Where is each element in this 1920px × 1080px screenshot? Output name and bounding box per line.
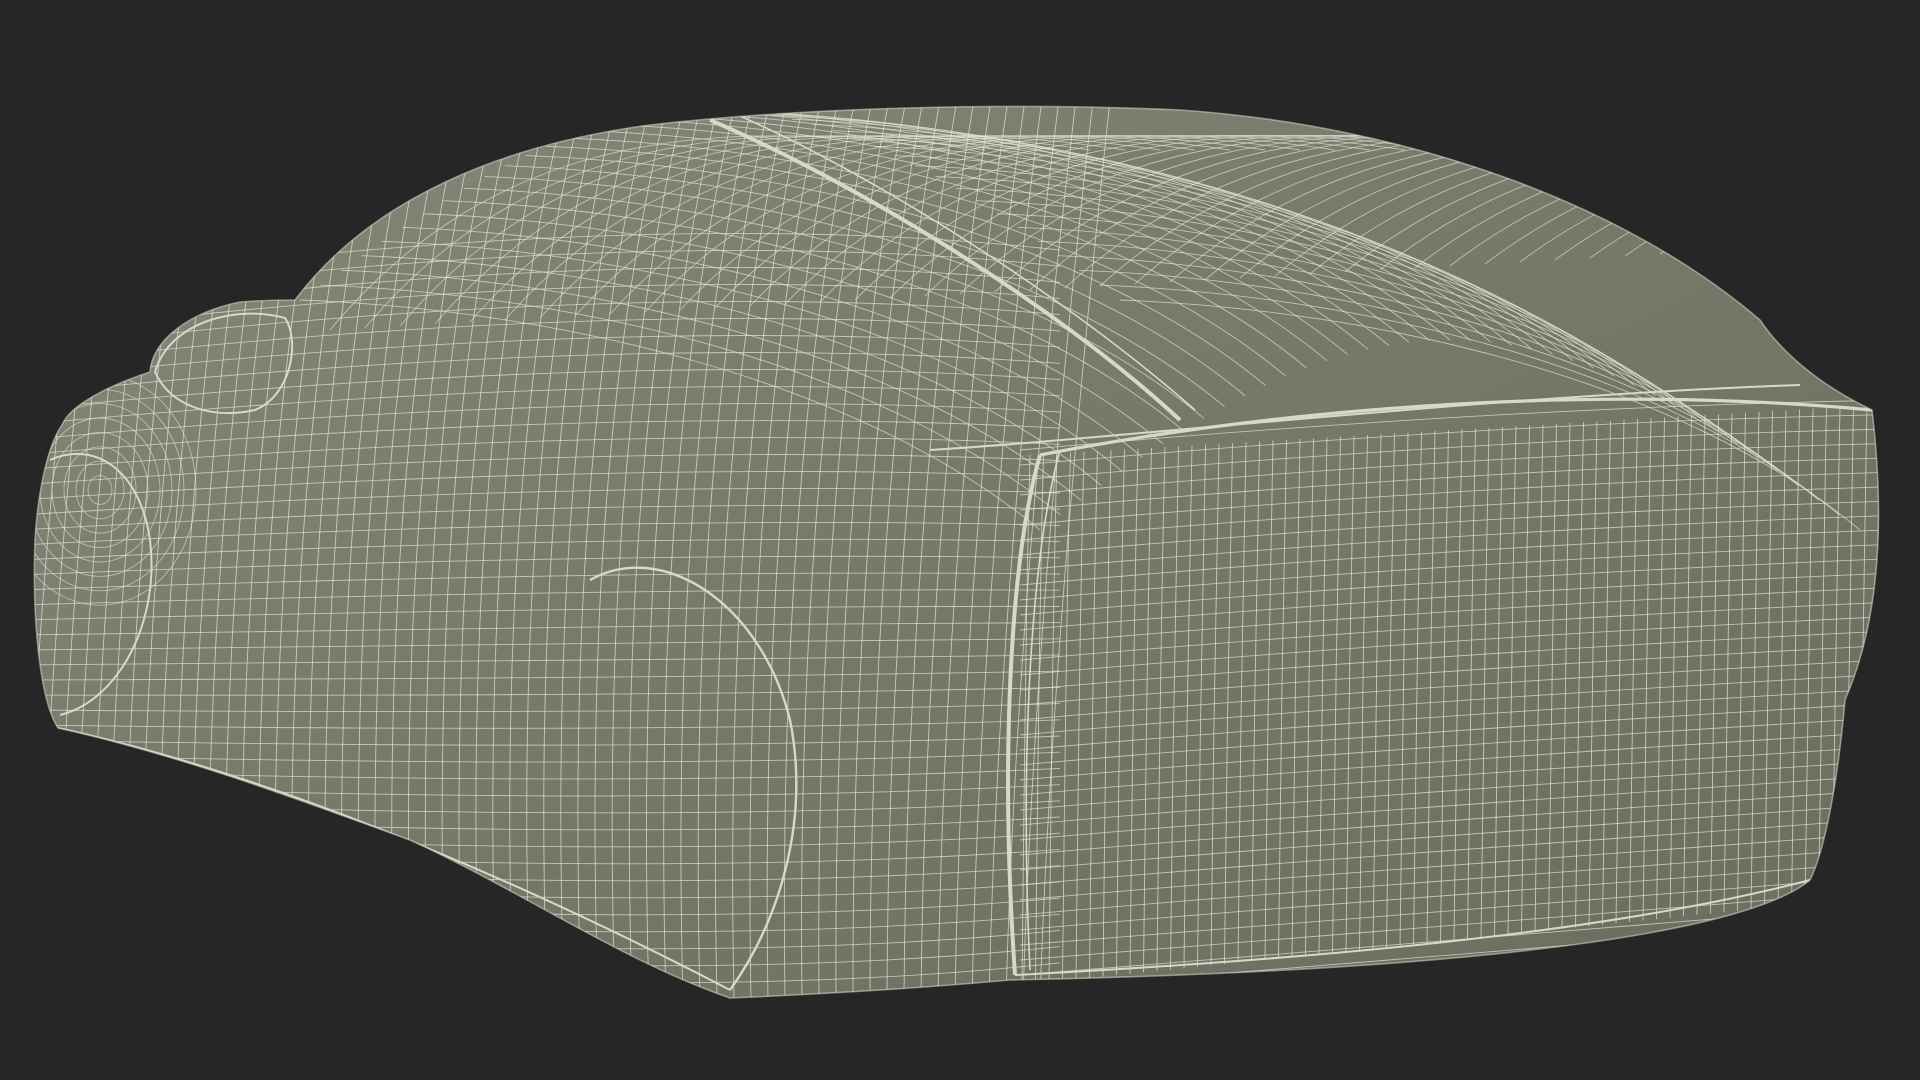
car-cover-wireframe-render [20, 105, 1894, 1051]
mesh-line-side-horizontal [34, 994, 1061, 998]
mesh-line-roof-cross [1624, 134, 1879, 257]
mesh-line-side-horizontal [20, 1010, 1060, 1051]
mesh-line-roof-cross [1729, 134, 1879, 251]
mesh-line-roof-cross [1694, 134, 1879, 253]
mesh-line-roof-cross [1659, 134, 1879, 255]
render-viewport [0, 0, 1920, 1080]
car-cover-mesh [20, 105, 1894, 1051]
mesh-line-roof-cross [1799, 134, 1879, 247]
mesh-line-roof-cross [1764, 134, 1879, 249]
mesh-line-rear-vertical [1886, 404, 1894, 896]
